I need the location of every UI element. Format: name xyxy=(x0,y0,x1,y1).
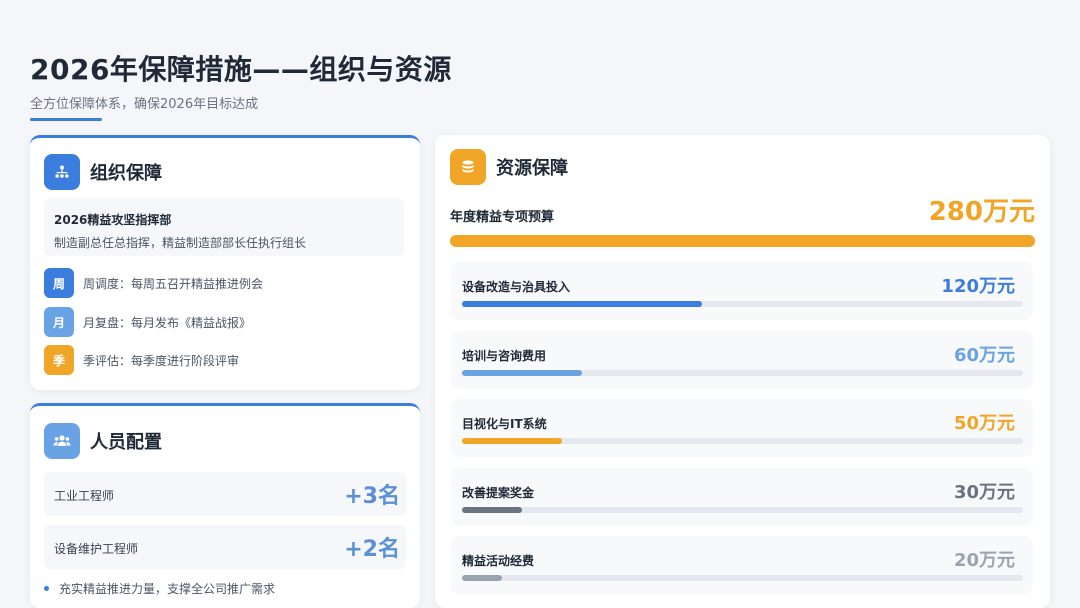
schedule-item-monthly: 月 月复盘：每月发布《精益战报》 xyxy=(44,307,404,337)
budget-item-name: 目视化与IT系统 xyxy=(462,417,547,431)
budget-item: 精益活动经费 20万元 xyxy=(451,536,1033,594)
staffing-card-header: 人员配置 xyxy=(44,423,162,459)
monthly-badge: 月 xyxy=(44,307,74,337)
budget-label: 年度精益专项预算 xyxy=(450,210,555,225)
budget-item-fill xyxy=(462,438,563,444)
coins-icon xyxy=(450,149,486,185)
page-title: 2026年保障措施——组织与资源 xyxy=(30,53,452,86)
role-name: 设备维护工程师 xyxy=(54,542,139,556)
role-count: +3名 xyxy=(344,484,400,509)
staffing-card: 人员配置 工业工程师 +3名 设备维护工程师 +2名 充实精益推进力量，支撑全公… xyxy=(30,403,420,608)
schedule-item-weekly: 周 周调度：每周五召开精益推进例会 xyxy=(44,268,404,298)
title-underline xyxy=(30,118,102,121)
command-info-box: 2026精益攻坚指挥部 制造副总任总指挥，精益制造部部长任执行组长 xyxy=(44,198,404,256)
budget-item-track xyxy=(462,507,1023,513)
budget-item-track xyxy=(462,438,1023,444)
budget-item: 目视化与IT系统 50万元 xyxy=(451,399,1033,457)
quarterly-text: 季评估：每季度进行阶段评审 xyxy=(83,353,240,368)
budget-item: 培训与咨询费用 60万元 xyxy=(451,331,1033,389)
staffing-note: 充实精益推进力量，支撑全公司推广需求 xyxy=(44,580,275,597)
resource-card-title: 资源保障 xyxy=(496,158,568,179)
budget-item-name: 培训与咨询费用 xyxy=(462,349,547,363)
budget-item-fill xyxy=(462,575,503,581)
budget-value: 280万元 xyxy=(928,197,1035,227)
budget-item-fill xyxy=(462,507,523,513)
budget-item-value: 120万元 xyxy=(941,276,1015,297)
monthly-text: 月复盘：每月发布《精益战报》 xyxy=(83,315,252,330)
bullet-dot xyxy=(44,586,49,591)
users-icon xyxy=(44,423,80,459)
role-row: 工业工程师 +3名 xyxy=(44,472,406,516)
resource-card-header: 资源保障 xyxy=(450,149,568,185)
budget-item-value: 20万元 xyxy=(953,550,1015,571)
budget-item: 设备改造与治具投入 120万元 xyxy=(451,262,1033,320)
resource-guarantee-card: 资源保障 年度精益专项预算 280万元 设备改造与治具投入 120万元 培训与咨… xyxy=(435,135,1050,608)
role-row: 设备维护工程师 +2名 xyxy=(44,525,406,569)
schedule-item-quarterly: 季 季评估：每季度进行阶段评审 xyxy=(44,345,404,375)
org-card-header: 组织保障 xyxy=(44,154,162,190)
staffing-note-text: 充实精益推进力量，支撑全公司推广需求 xyxy=(59,582,276,596)
page-subtitle: 全方位保障体系，确保2026年目标达成 xyxy=(30,97,259,112)
budget-item-value: 30万元 xyxy=(953,482,1015,503)
budget-item-track xyxy=(462,301,1023,307)
weekly-text: 周调度：每周五召开精益推进例会 xyxy=(83,276,264,291)
budget-item-fill xyxy=(462,301,703,307)
command-name: 2026精益攻坚指挥部 xyxy=(54,213,172,227)
budget-item-value: 50万元 xyxy=(953,413,1015,434)
budget-item-track xyxy=(462,575,1023,581)
budget-item-track xyxy=(462,370,1023,376)
role-name: 工业工程师 xyxy=(54,489,115,503)
budget-item: 改善提案奖金 30万元 xyxy=(451,468,1033,526)
staffing-card-title: 人员配置 xyxy=(90,432,162,453)
role-count: +2名 xyxy=(344,537,400,562)
budget-item-name: 精益活动经费 xyxy=(462,554,535,568)
budget-item-name: 设备改造与治具投入 xyxy=(462,280,571,294)
budget-item-name: 改善提案奖金 xyxy=(462,486,535,500)
weekly-badge: 周 xyxy=(44,268,74,298)
org-card-title: 组织保障 xyxy=(90,163,162,184)
command-description: 制造副总任总指挥，精益制造部部长任执行组长 xyxy=(54,236,307,250)
budget-item-fill xyxy=(462,370,583,376)
budget-bar xyxy=(450,235,1035,247)
budget-item-value: 60万元 xyxy=(953,345,1015,366)
org-chart-icon xyxy=(44,154,80,190)
quarterly-badge: 季 xyxy=(44,345,74,375)
